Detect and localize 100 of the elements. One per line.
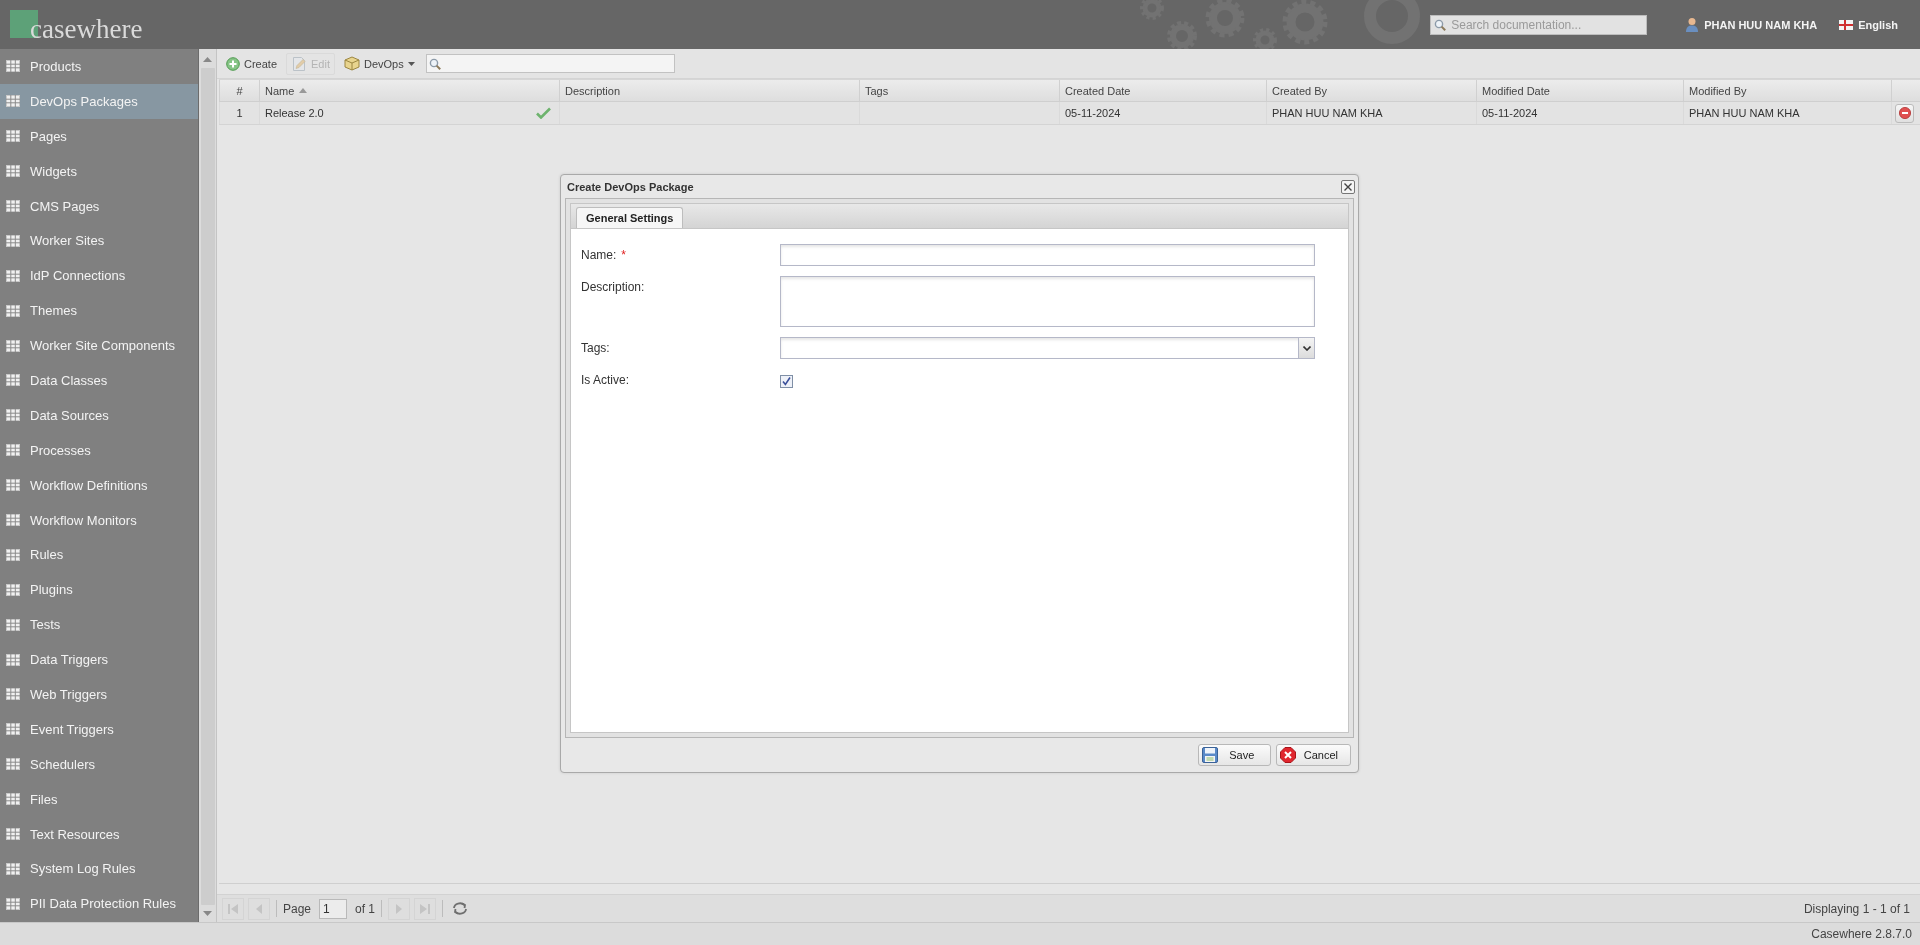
- scroll-down-icon[interactable]: [203, 911, 212, 916]
- table-icon: [6, 374, 20, 387]
- search-field[interactable]: Search documentation...: [1430, 14, 1648, 35]
- page-number-field[interactable]: 1: [319, 898, 348, 919]
- sidebar-item[interactable]: Widgets: [0, 153, 198, 189]
- sidebar-item[interactable]: Web Triggers: [0, 677, 198, 712]
- flag-icon: [1839, 19, 1854, 30]
- column-header[interactable]: Description: [559, 80, 859, 101]
- delete-button[interactable]: [1895, 103, 1914, 123]
- table-cell: Release 2.0: [265, 107, 324, 119]
- sidebar-item[interactable]: System Log Rules: [0, 851, 198, 887]
- user-icon: [1685, 17, 1700, 32]
- scrollbar[interactable]: [198, 49, 216, 922]
- dropdown-field[interactable]: [780, 337, 1315, 359]
- minus-circle-icon: [1898, 107, 1911, 119]
- first-page-icon: [227, 902, 239, 915]
- octagon-x-icon: [1279, 747, 1296, 763]
- sidebar-item[interactable]: Tests: [0, 607, 198, 643]
- sidebar-item[interactable]: Worker Site Components: [0, 328, 198, 363]
- table-icon: [6, 269, 20, 282]
- table-icon: [6, 514, 20, 526]
- sidebar-item[interactable]: Pages: [0, 118, 198, 154]
- caret-icon: [407, 61, 415, 66]
- sidebar-item[interactable]: Data Sources: [0, 397, 198, 433]
- column-header[interactable]: Created By: [1266, 80, 1476, 101]
- close-button[interactable]: [1341, 179, 1355, 194]
- table-icon: [6, 618, 20, 631]
- sidebar-item[interactable]: Plugins: [0, 572, 198, 608]
- table-icon: [6, 653, 20, 666]
- table-icon: [6, 897, 20, 910]
- table-icon: [6, 444, 20, 457]
- sidebar-item[interactable]: Products: [0, 49, 198, 84]
- search-field[interactable]: [425, 54, 675, 73]
- column-header[interactable]: Modified By: [1683, 80, 1891, 101]
- column-header[interactable]: Name: [259, 80, 559, 101]
- field-label: Name:: [581, 248, 617, 262]
- tab[interactable]: General Settings: [576, 207, 684, 228]
- search-icon: [428, 57, 441, 70]
- sidebar-item[interactable]: Schedulers: [0, 746, 198, 782]
- column-header[interactable]: Created Date: [1059, 80, 1266, 101]
- table-cell: PHAN HUU NAM KHA: [1266, 102, 1476, 124]
- save-button[interactable]: Save: [1197, 744, 1271, 766]
- sidebar-item[interactable]: CMS Pages: [0, 188, 198, 224]
- sidebar-item[interactable]: Data Classes: [0, 363, 198, 398]
- plus-circle-icon: [226, 56, 240, 71]
- scrollbar-thumb[interactable]: [200, 68, 215, 905]
- sidebar-item[interactable]: Workflow Definitions: [0, 467, 198, 503]
- table-icon: [6, 130, 20, 143]
- dropdown-button[interactable]: [1298, 338, 1314, 358]
- refresh-icon: [452, 901, 469, 916]
- create-button[interactable]: Create: [221, 52, 283, 75]
- language-link[interactable]: English: [1858, 18, 1898, 31]
- sidebar-item[interactable]: Themes: [0, 293, 198, 329]
- document-pencil-icon: [291, 55, 308, 72]
- sidebar-item[interactable]: Files: [0, 781, 198, 817]
- box-icon: [344, 56, 360, 71]
- sidebar-item[interactable]: PII Data Protection Rules: [0, 886, 198, 922]
- table-cell: 05-11-2024: [1059, 102, 1266, 124]
- table-icon: [6, 688, 20, 701]
- field-label: Tags:: [581, 341, 610, 355]
- sidebar-item[interactable]: Text Resources: [0, 816, 198, 852]
- sidebar-item[interactable]: Event Triggers: [0, 711, 198, 747]
- last-page-icon: [419, 902, 432, 915]
- column-header[interactable]: #: [219, 80, 259, 101]
- required-mark: *: [621, 248, 626, 262]
- sidebar-item[interactable]: Processes: [0, 432, 198, 468]
- caret-icon: [1302, 345, 1311, 351]
- text-field[interactable]: [780, 244, 1315, 266]
- table-row[interactable]: 1 Release 2.0 05-11-2024 PHAN HUU NAM KHA 05-11-2024 PHAN HUU NAM KHA: [219, 102, 1920, 125]
- page-count: of 1: [355, 901, 376, 916]
- textarea-field[interactable]: [780, 276, 1315, 327]
- table-icon: [6, 479, 20, 492]
- version-text: Casewhere 2.8.7.0: [1811, 927, 1912, 941]
- table-icon: [6, 862, 20, 875]
- sidebar-item[interactable]: Data Triggers: [0, 642, 198, 678]
- table-icon: [6, 234, 20, 247]
- menu-button[interactable]: DevOps: [339, 52, 420, 75]
- dialog-title: Create DevOps Package: [567, 180, 694, 193]
- user-name[interactable]: PHAN HUU NAM KHA: [1704, 18, 1818, 31]
- sidebar-item[interactable]: Workflow Monitors: [0, 502, 198, 538]
- column-header[interactable]: Tags: [859, 80, 1059, 101]
- sidebar-item[interactable]: DevOps Packages: [0, 83, 198, 119]
- sidebar-item[interactable]: IdP Connections: [0, 258, 198, 294]
- table-icon: [6, 723, 20, 736]
- cancel-button[interactable]: Cancel: [1275, 744, 1351, 766]
- column-header[interactable]: Modified Date: [1476, 80, 1683, 101]
- scroll-up-icon[interactable]: [203, 57, 212, 62]
- table-cell: 05-11-2024: [1476, 102, 1683, 124]
- sidebar-item[interactable]: Rules: [0, 537, 198, 573]
- field-label: Is Active:: [581, 373, 630, 387]
- sidebar-item[interactable]: Worker Sites: [0, 223, 198, 259]
- checkbox[interactable]: [780, 375, 793, 388]
- table-cell: PHAN HUU NAM KHA: [1683, 102, 1891, 124]
- table-icon: [6, 165, 20, 178]
- table-icon: [6, 409, 20, 422]
- table-icon: [6, 304, 20, 317]
- table-icon: [6, 583, 20, 596]
- table-icon: [6, 200, 20, 212]
- page-label: Page: [283, 901, 312, 916]
- table-icon: [6, 758, 20, 771]
